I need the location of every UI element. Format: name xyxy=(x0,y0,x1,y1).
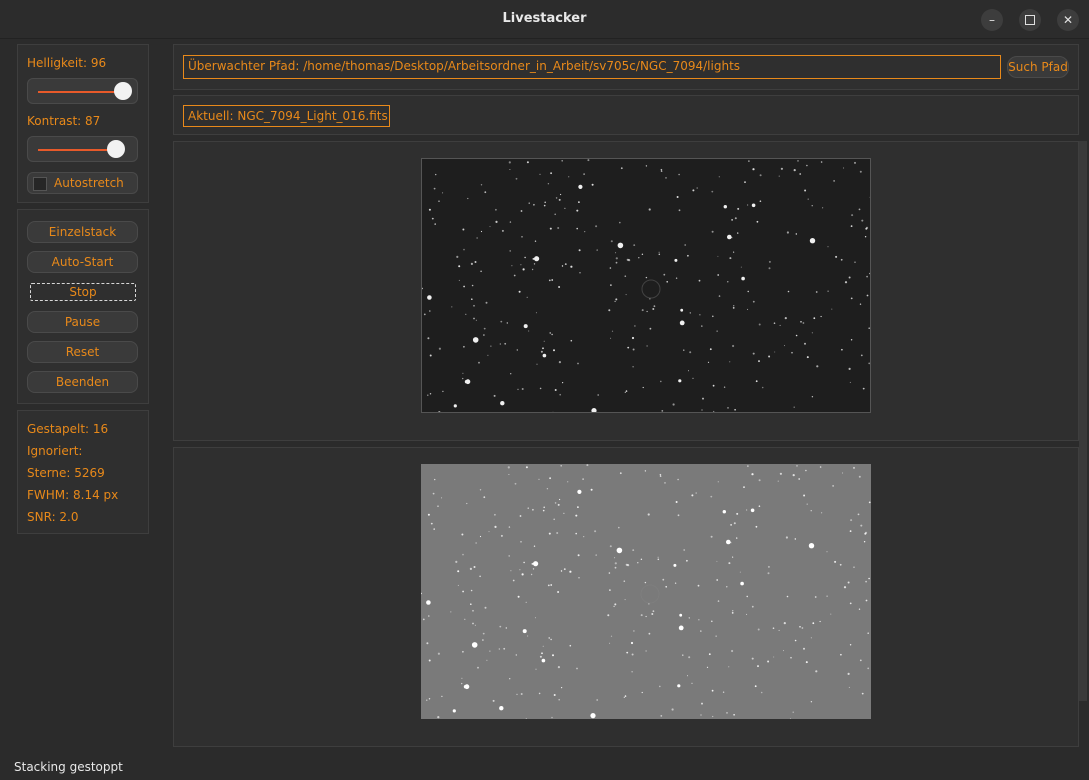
fwhm-value: FWHM: 8.14 px xyxy=(27,488,119,502)
stacked-starfield-image xyxy=(421,464,871,719)
scrollbar[interactable] xyxy=(1079,141,1087,701)
single-stack-button[interactable]: Einzelstack xyxy=(27,221,138,243)
contrast-slider-knob[interactable] xyxy=(107,140,125,158)
stats-panel: Gestapelt: 16 Ignoriert: Sterne: 5269 FW… xyxy=(17,410,149,534)
autostretch-label: Autostretch xyxy=(54,176,124,190)
minimize-button[interactable]: – xyxy=(981,9,1003,31)
ignored-count: Ignoriert: xyxy=(27,444,83,458)
raw-image-panel xyxy=(173,141,1079,441)
maximize-icon xyxy=(1025,15,1035,25)
autostretch-checkbox[interactable]: Autostretch xyxy=(27,172,138,194)
close-icon: ✕ xyxy=(1062,13,1074,27)
adjustments-panel: Helligkeit: 96 Kontrast: 87 Autostretch xyxy=(17,44,149,203)
brightness-slider-knob[interactable] xyxy=(114,82,132,100)
starfield-image xyxy=(422,159,870,412)
close-button[interactable]: ✕ xyxy=(1057,9,1079,31)
status-message: Stacking gestoppt xyxy=(14,760,123,774)
maximize-button[interactable] xyxy=(1019,9,1041,31)
auto-start-button[interactable]: Auto-Start xyxy=(27,251,138,273)
stop-button[interactable]: Stop xyxy=(30,283,136,301)
current-file-panel: Aktuell: NGC_7094_Light_016.fits xyxy=(173,95,1079,135)
current-file-label: Aktuell: NGC_7094_Light_016.fits xyxy=(183,105,390,127)
contrast-slider[interactable] xyxy=(27,136,138,162)
brightness-slider[interactable] xyxy=(27,78,138,104)
checkbox-icon[interactable] xyxy=(33,177,47,191)
controls-panel: Einzelstack Auto-Start Stop Pause Reset … xyxy=(17,209,149,404)
contrast-label: Kontrast: 87 xyxy=(27,114,101,128)
reset-button[interactable]: Reset xyxy=(27,341,138,363)
raw-frame-image xyxy=(421,158,871,413)
window-title: Livestacker xyxy=(502,11,587,26)
stacked-frame-image xyxy=(421,464,871,719)
brightness-label: Helligkeit: 96 xyxy=(27,56,107,70)
minimize-icon: – xyxy=(989,13,995,27)
quit-button[interactable]: Beenden xyxy=(27,371,138,393)
stars-count: Sterne: 5269 xyxy=(27,466,105,480)
stacked-image-panel xyxy=(173,447,1079,747)
watched-path-field[interactable]: Überwachter Pfad: /home/thomas/Desktop/A… xyxy=(183,55,1001,79)
stacked-count: Gestapelt: 16 xyxy=(27,422,109,436)
search-path-button[interactable]: Such Pfad xyxy=(1007,56,1069,78)
title-bar: Livestacker – ✕ xyxy=(0,0,1089,39)
snr-value: SNR: 2.0 xyxy=(27,510,79,524)
pause-button[interactable]: Pause xyxy=(27,311,138,333)
path-panel: Überwachter Pfad: /home/thomas/Desktop/A… xyxy=(173,44,1079,90)
